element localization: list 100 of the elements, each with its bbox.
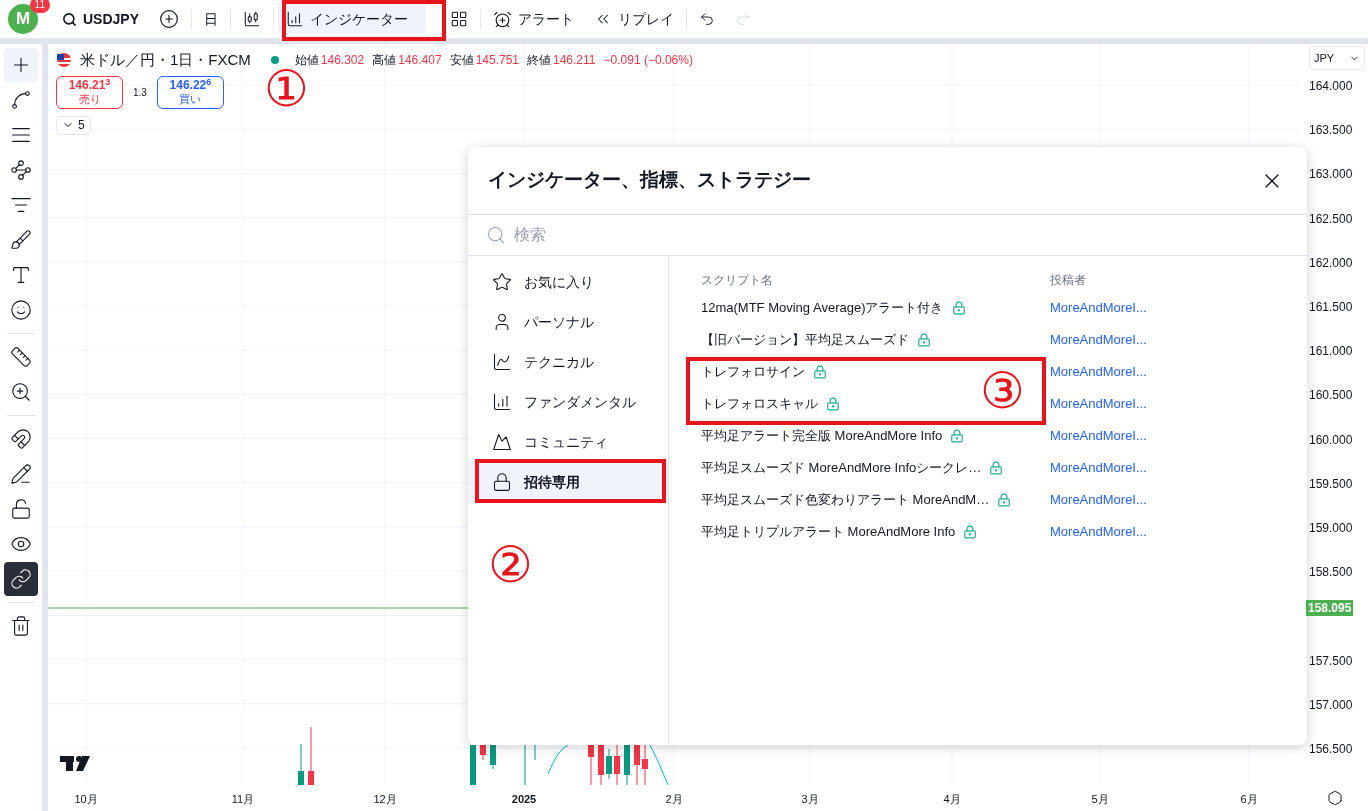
script-name: 12ma(MTF Moving Average)アラート付き — [701, 299, 944, 318]
price-label: 159.000 — [1309, 520, 1353, 537]
mountain-icon — [492, 432, 512, 452]
lock-icon — [492, 472, 512, 492]
link-icon — [10, 568, 32, 590]
lock-icon — [826, 397, 840, 411]
dialog-title: インジケーター、指標、ストラテジー — [488, 168, 811, 193]
grid-icon — [450, 10, 469, 28]
price-label: 164.000 — [1309, 78, 1353, 95]
line-chart-icon — [492, 352, 512, 372]
time-axis-label: 6月 — [1240, 792, 1258, 807]
category-item[interactable]: コミュニティ — [468, 422, 668, 462]
annotation-number: ② — [488, 540, 533, 590]
author-link[interactable]: MoreAndMoreI... — [1050, 298, 1147, 318]
symbol-search-button[interactable]: USDJPY — [54, 4, 148, 34]
currency-select[interactable]: JPY — [1309, 46, 1365, 70]
time-axis-label: 2025 — [511, 792, 537, 807]
alert-button[interactable]: アラート — [485, 4, 583, 34]
buy-button[interactable]: 146.22$^{6}$ 買い — [156, 75, 224, 109]
redo-icon — [735, 11, 752, 27]
author-link[interactable]: MoreAndMoreI... — [1050, 394, 1147, 414]
chart-icon — [286, 10, 305, 28]
alarm-icon — [493, 9, 513, 29]
time-axis-label: 2月 — [665, 792, 683, 807]
notification-badge: 11 — [29, 0, 50, 13]
trend-line-icon — [10, 89, 32, 111]
brush-icon — [10, 229, 32, 251]
category-item[interactable]: パーソナル — [468, 302, 668, 342]
category-item[interactable]: テクニカル — [468, 342, 668, 382]
lock-icon — [813, 365, 827, 379]
ohlc-value: 146.302 — [320, 52, 365, 70]
author-link[interactable]: MoreAndMoreI... — [1050, 458, 1147, 478]
search-icon — [62, 11, 77, 27]
candlestick-icon — [243, 10, 262, 28]
price-label: 160.500 — [1309, 387, 1353, 405]
pattern-icon — [10, 159, 32, 181]
author-link[interactable]: MoreAndMoreI... — [1050, 362, 1147, 382]
add-icon — [159, 9, 180, 29]
unlock-icon — [10, 498, 32, 520]
author-link[interactable]: MoreAndMoreI... — [1050, 522, 1147, 542]
candle — [490, 744, 496, 770]
ohlc-value: 146.407 — [398, 52, 442, 70]
price-label: 161.000 — [1309, 343, 1353, 361]
price-label: 158.500 — [1309, 564, 1353, 582]
price-label: 163.000 — [1309, 166, 1353, 184]
ohlc-label: 高値 — [372, 52, 397, 70]
price-label: 157.500 — [1309, 652, 1353, 670]
candle — [298, 743, 304, 785]
price-label: 157.000 — [1309, 696, 1353, 714]
indicators-button[interactable]: インジケーター — [278, 4, 427, 34]
text-icon — [10, 264, 32, 286]
sell-button[interactable]: 146.21$^{3}$ 売り — [56, 75, 123, 109]
price-label: 160.000 — [1309, 431, 1353, 449]
search-field[interactable]: 検索 — [514, 223, 1289, 247]
time-axis-label: 12月 — [373, 792, 397, 807]
collapse-button[interactable]: 5 — [56, 115, 91, 135]
price-change: −0.091 (−0.06%) — [603, 52, 693, 70]
script-name: 平均足トリプルアラート MoreAndMore Info — [701, 523, 956, 542]
candle — [624, 744, 630, 785]
script-name: 平均足アラート完全版 MoreAndMore Info — [701, 427, 943, 446]
candle — [614, 744, 620, 785]
candle — [642, 744, 648, 785]
author-link[interactable]: MoreAndMoreI... — [1050, 490, 1147, 510]
undo-icon — [699, 11, 716, 27]
price-label: 161.500 — [1309, 299, 1353, 316]
ohlc-value: 146.211 — [553, 52, 596, 70]
candle — [470, 744, 476, 785]
current-price-tag: 158.095 — [1306, 600, 1354, 616]
time-axis-label: 3月 — [801, 792, 819, 807]
candle — [480, 744, 486, 761]
category-item[interactable]: ファンダメンタル — [468, 382, 668, 422]
ohlc-value: 145.751 — [475, 52, 519, 70]
spread-value: 1.3 — [133, 85, 147, 100]
settings-icon[interactable] — [1327, 790, 1343, 806]
author-link[interactable]: MoreAndMoreI... — [1050, 330, 1147, 350]
drawing-tool-button[interactable] — [4, 562, 38, 596]
script-name: 平均足スムーズド MoreAndMore Infoシークレ… — [701, 459, 982, 478]
smiley-icon — [10, 299, 32, 321]
author-link[interactable]: MoreAndMoreI... — [1050, 426, 1147, 446]
zoom-in-icon — [10, 381, 32, 403]
price-label: 162.000 — [1309, 254, 1353, 272]
symbol-title: 米ドル／円・1日・FXCM — [80, 50, 251, 70]
lock-icon — [951, 301, 966, 315]
price-label: 159.500 — [1309, 475, 1353, 493]
script-name: 【旧バージョン】平均足スムーズド — [701, 331, 909, 350]
category-item[interactable]: お気に入り — [468, 262, 668, 302]
replay-button[interactable]: リプレイ — [586, 4, 683, 34]
price-label: 162.500 — [1309, 210, 1353, 228]
lock-icon — [997, 493, 1012, 507]
bar-chart-icon — [492, 392, 512, 412]
time-axis-label: 5月 — [1091, 792, 1109, 807]
star-icon — [492, 272, 512, 292]
script-name: 平均足スムーズド色変わりアラート MoreAndM… — [701, 491, 990, 510]
interval-button[interactable]: 日 — [196, 4, 227, 34]
time-axis-label: 11月 — [231, 792, 255, 807]
column-header: スクリプト名 — [701, 272, 774, 289]
candle — [634, 744, 640, 785]
ohlc-label: 安値 — [449, 52, 474, 70]
lock-icon — [963, 525, 978, 539]
indicator-line — [547, 744, 569, 775]
